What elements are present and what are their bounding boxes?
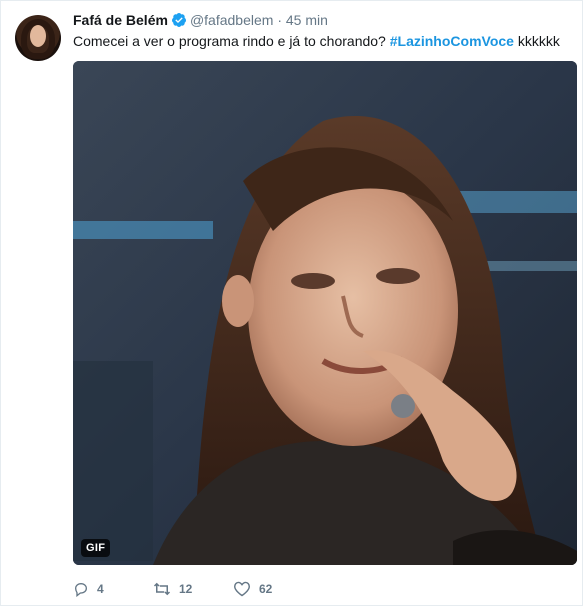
tweet-actions: 4 12 62 <box>73 579 313 599</box>
verified-badge-icon <box>171 12 187 32</box>
reply-icon <box>73 581 89 597</box>
retweet-icon <box>153 581 171 597</box>
retweet-button[interactable]: 12 <box>153 581 233 597</box>
hashtag-link[interactable]: #LazinhoComVoce <box>390 33 514 49</box>
like-count: 62 <box>259 582 273 596</box>
reply-button[interactable]: 4 <box>73 581 153 597</box>
tweet-text-body: Comecei a ver o programa rindo e já to c… <box>73 33 390 49</box>
separator-dot: · <box>277 12 282 28</box>
gif-frame-illustration <box>73 61 577 565</box>
avatar[interactable] <box>15 15 61 61</box>
tweet-timestamp[interactable]: 45 min <box>286 12 328 28</box>
author-handle[interactable]: @fafadbelem <box>190 12 273 28</box>
reply-count: 4 <box>97 582 104 596</box>
tweet-card[interactable]: Fafá de Belém @fafadbelem · 45 min Comece… <box>0 0 583 606</box>
gif-media[interactable]: GIF <box>73 61 577 565</box>
gif-badge: GIF <box>81 539 111 557</box>
avatar-face <box>30 25 46 47</box>
like-button[interactable]: 62 <box>233 581 313 597</box>
heart-icon <box>233 581 251 597</box>
tweet-text-tail: kkkkkk <box>513 33 560 49</box>
tweet-text: Comecei a ver o programa rindo e já to c… <box>73 32 572 50</box>
tweet-header: Fafá de Belém @fafadbelem · 45 min <box>73 11 570 32</box>
author-name[interactable]: Fafá de Belém <box>73 12 168 28</box>
retweet-count: 12 <box>179 582 193 596</box>
